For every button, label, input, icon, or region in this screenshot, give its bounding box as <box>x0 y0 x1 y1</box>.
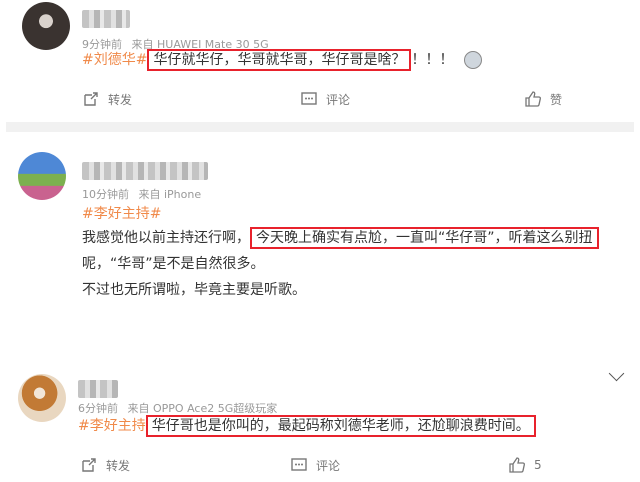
avatar[interactable] <box>18 374 66 422</box>
repost-icon <box>84 92 98 106</box>
post-meta: 10分钟前 来自 iPhone <box>82 186 207 202</box>
post-meta: 6分钟前 来自 OPPO Ace2 5G超级玩家 <box>78 400 283 416</box>
repost-label: 转发 <box>108 92 133 107</box>
comment-icon <box>291 458 307 471</box>
hashtag[interactable]: #李好主持# <box>82 206 161 222</box>
post-hashtag-line: #李好主持# <box>82 204 161 224</box>
emoji-icon <box>463 51 482 69</box>
post-text: #李好主持 华仔哥也是你叫的，最起码称刘德华老师，还尬聊浪费时间。 <box>78 415 536 437</box>
thumbs-up-icon <box>525 91 541 107</box>
like-button[interactable]: 赞 <box>524 90 562 108</box>
username-blurred[interactable] <box>78 380 118 398</box>
repost-label: 转发 <box>106 458 131 473</box>
highlighted-text: 今天晚上确实有点尬，一直叫“华仔哥”，听着这么别扭 <box>250 227 599 249</box>
text-suffix: ！！！ <box>411 52 454 68</box>
avatar[interactable] <box>18 152 66 200</box>
post-time: 6分钟前 <box>78 402 118 415</box>
post-text-line-1: 我感觉他以前主持还行啊， 今天晚上确实有点尬，一直叫“华仔哥”，听着这么别扭 <box>82 227 599 249</box>
post-time: 10分钟前 <box>82 188 129 201</box>
chevron-down-icon[interactable] <box>608 365 625 382</box>
post-text-line-2: 呢，“华哥”是不是自然很多。 <box>82 256 265 272</box>
comment-button[interactable]: 评论 <box>300 90 350 108</box>
comment-icon <box>301 92 317 105</box>
hashtag[interactable]: #刘德华# <box>82 52 147 68</box>
like-count: 5 <box>534 458 542 472</box>
action-bar: 转发 评论 赞 <box>0 90 640 114</box>
text-plain: 我感觉他以前主持还行啊， <box>82 230 250 246</box>
post-source: 来自 OPPO Ace2 5G超级玩家 <box>127 402 278 415</box>
avatar[interactable] <box>22 2 70 50</box>
action-bar: 转发 评论 5 <box>0 456 640 480</box>
username-blurred[interactable] <box>82 162 208 180</box>
post-text: #刘德华# 华仔就华仔，华哥就华哥，华仔哥是啥？！！！ <box>82 49 482 71</box>
thumbs-up-icon <box>509 457 525 473</box>
hashtag[interactable]: #李好主持 <box>78 418 146 434</box>
repost-button[interactable]: 转发 <box>82 90 132 108</box>
like-label: 赞 <box>550 92 563 107</box>
comment-label: 评论 <box>326 92 351 107</box>
post-text-line-3: 不过也无所谓啦，毕竟主要是听歌。 <box>82 282 306 298</box>
divider <box>6 122 634 132</box>
comment-label: 评论 <box>316 458 341 473</box>
like-button[interactable]: 5 <box>508 456 542 474</box>
highlighted-text: 华仔就华仔，华哥就华哥，华仔哥是啥？ <box>147 49 412 71</box>
repost-button[interactable]: 转发 <box>80 456 130 474</box>
comment-button[interactable]: 评论 <box>290 456 340 474</box>
highlighted-text: 华仔哥也是你叫的，最起码称刘德华老师，还尬聊浪费时间。 <box>145 415 536 437</box>
post-source: 来自 iPhone <box>138 188 202 201</box>
username-blurred[interactable] <box>82 10 130 28</box>
repost-icon <box>82 458 96 472</box>
